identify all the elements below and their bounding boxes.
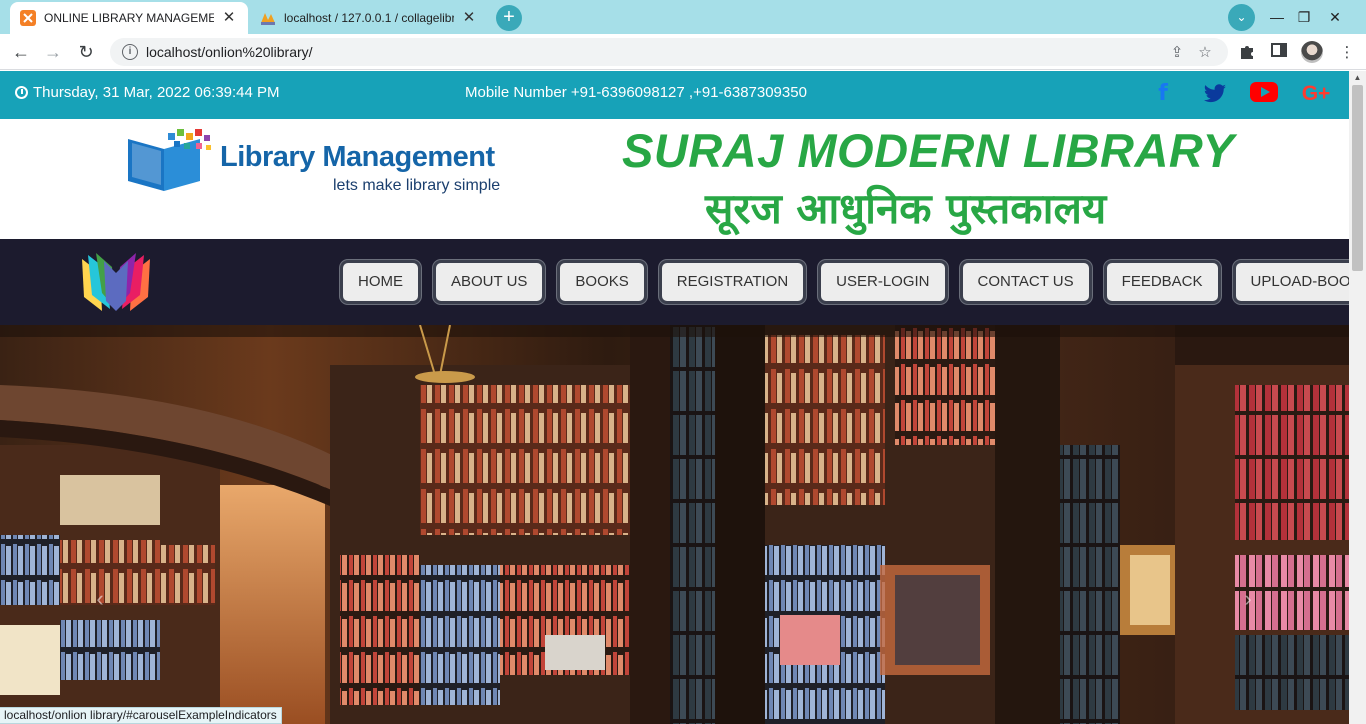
carousel-prev-button[interactable]: ‹ (90, 587, 110, 611)
nav-about-button[interactable]: ABOUT US (433, 260, 546, 304)
address-bar[interactable]: i localhost/onlion%20library/ ⇪ ☆ (110, 38, 1228, 66)
mobile-number: Mobile Number +91-6396098127 ,+91-638730… (465, 84, 807, 101)
brand-name-english: SURAJ MODERN LIBRARY (622, 124, 1235, 177)
main-navbar: HOME ABOUT US BOOKS REGISTRATION USER-LO… (0, 239, 1349, 325)
book-logo-icon (128, 129, 211, 191)
tab-phpmyadmin[interactable]: localhost / 127.0.0.1 / collagelibra ✕ (250, 2, 488, 34)
tab-search-icon[interactable]: ⌄ (1228, 4, 1255, 31)
star-icon[interactable]: ☆ (1194, 43, 1216, 61)
status-bar-url: localhost/onlion library/#carouselExampl… (0, 707, 282, 724)
scroll-thumb[interactable] (1352, 85, 1363, 271)
phpmyadmin-favicon (260, 10, 276, 26)
address-url[interactable]: localhost/onlion%20library/ (146, 44, 1160, 60)
site-header: Library Management lets make library sim… (0, 119, 1349, 239)
tab-library[interactable]: ONLINE LIBRARY MANAGEMENT ✕ (10, 2, 248, 34)
scroll-up-icon[interactable]: ▲ (1349, 71, 1366, 85)
twitter-icon[interactable] (1200, 79, 1230, 109)
google-plus-icon[interactable]: G+ (1298, 79, 1334, 109)
tab-title: localhost / 127.0.0.1 / collagelibra (284, 11, 454, 25)
window-close-icon[interactable]: ✕ (1312, 4, 1358, 30)
logo-tagline: lets make library simple (333, 177, 501, 194)
info-icon[interactable]: i (122, 44, 138, 60)
nav-registration-button[interactable]: REGISTRATION (658, 260, 807, 304)
close-icon[interactable]: ✕ (460, 9, 478, 27)
page: Thursday, 31 Mar, 2022 06:39:44 PM Mobil… (0, 71, 1349, 724)
nav-feedback-button[interactable]: FEEDBACK (1103, 260, 1221, 304)
browser-tab-strip: ONLINE LIBRARY MANAGEMENT ✕ localhost / … (0, 0, 1366, 34)
nav-contact-button[interactable]: CONTACT US (959, 260, 1092, 304)
close-icon[interactable]: ✕ (220, 9, 238, 27)
datetime-text: Thursday, 31 Mar, 2022 06:39:44 PM (33, 84, 280, 101)
facebook-icon[interactable]: f (1152, 79, 1174, 109)
profile-avatar[interactable] (1301, 41, 1323, 63)
nav-books-button[interactable]: BOOKS (557, 260, 647, 304)
nav-buttons: HOME ABOUT US BOOKS REGISTRATION USER-LO… (340, 260, 1349, 304)
sidebar-icon[interactable] (1268, 42, 1290, 64)
menu-icon[interactable]: ⋮ (1336, 42, 1358, 64)
brand-name-hindi: सूरज आधुनिक पुस्तकालय (705, 184, 1107, 233)
xampp-favicon (20, 10, 36, 26)
forward-icon[interactable]: → (40, 39, 66, 65)
library-photo (0, 325, 1349, 724)
carousel-next-button[interactable]: › (1238, 587, 1258, 611)
hero-carousel: ‹ › (0, 325, 1349, 724)
browser-toolbar: ← → ↻ i localhost/onlion%20library/ ⇪ ☆ … (0, 34, 1366, 70)
share-icon[interactable]: ⇪ (1166, 43, 1188, 61)
reload-icon[interactable]: ↻ (73, 39, 99, 65)
back-icon[interactable]: ← (8, 39, 34, 65)
extensions-icon[interactable] (1236, 42, 1258, 64)
colorful-book-icon (82, 253, 150, 311)
clock-icon (15, 86, 28, 99)
youtube-icon[interactable] (1250, 82, 1278, 102)
nav-upload-books-button[interactable]: UPLOAD-BOOKS (1232, 260, 1349, 304)
datetime: Thursday, 31 Mar, 2022 06:39:44 PM (15, 84, 280, 101)
nav-user-login-button[interactable]: USER-LOGIN (818, 260, 948, 304)
page-scrollbar[interactable]: ▲ (1349, 71, 1366, 724)
new-tab-button[interactable]: + (496, 5, 522, 31)
tab-title: ONLINE LIBRARY MANAGEMENT (44, 11, 214, 25)
logo-title: Library Management (220, 141, 495, 173)
nav-home-button[interactable]: HOME (340, 260, 421, 304)
top-info-bar: Thursday, 31 Mar, 2022 06:39:44 PM Mobil… (0, 71, 1349, 119)
